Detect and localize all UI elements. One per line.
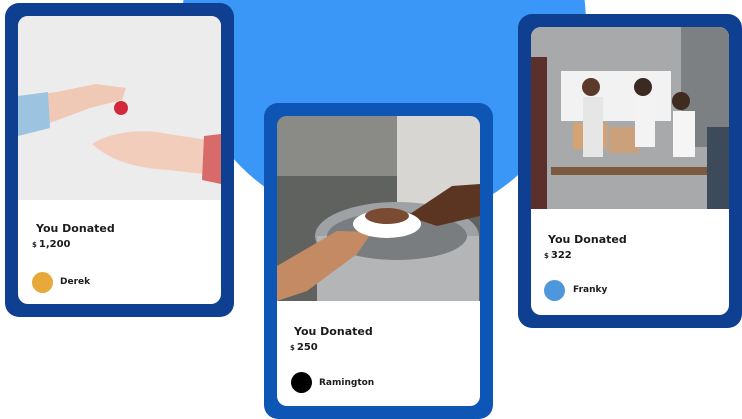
donation-title: You Donated (294, 325, 373, 338)
volunteers-photo (531, 27, 729, 209)
currency-symbol: $ (32, 241, 37, 249)
food-serving-photo (277, 116, 480, 301)
amount-value: 322 (550, 250, 572, 261)
card-body: You Donated $322 Franky (531, 27, 729, 315)
hands-giving-photo (18, 16, 221, 200)
donation-card-ramington[interactable]: You Donated $250 Ramington (264, 103, 493, 419)
avatar (291, 372, 312, 393)
donor-name: Derek (60, 277, 91, 287)
avatar (32, 272, 53, 293)
card-body: You Donated $250 Ramington (277, 116, 480, 406)
donor-name: Ramington (319, 378, 375, 388)
donation-amount: $250 (290, 342, 318, 353)
donation-card-derek[interactable]: You Donated $1,200 Derek (5, 3, 234, 317)
card-body: You Donated $1,200 Derek (18, 16, 221, 304)
currency-symbol: $ (290, 344, 295, 352)
donation-amount: $322 (544, 250, 572, 261)
amount-value: 250 (296, 342, 318, 353)
donation-amount: $1,200 (32, 239, 71, 250)
donation-title: You Donated (36, 222, 115, 235)
donation-title: You Donated (548, 233, 627, 246)
avatar (544, 280, 565, 301)
currency-symbol: $ (544, 252, 549, 260)
amount-value: 1,200 (38, 239, 71, 250)
donor-name: Franky (573, 285, 608, 295)
donation-card-franky[interactable]: You Donated $322 Franky (518, 14, 742, 328)
